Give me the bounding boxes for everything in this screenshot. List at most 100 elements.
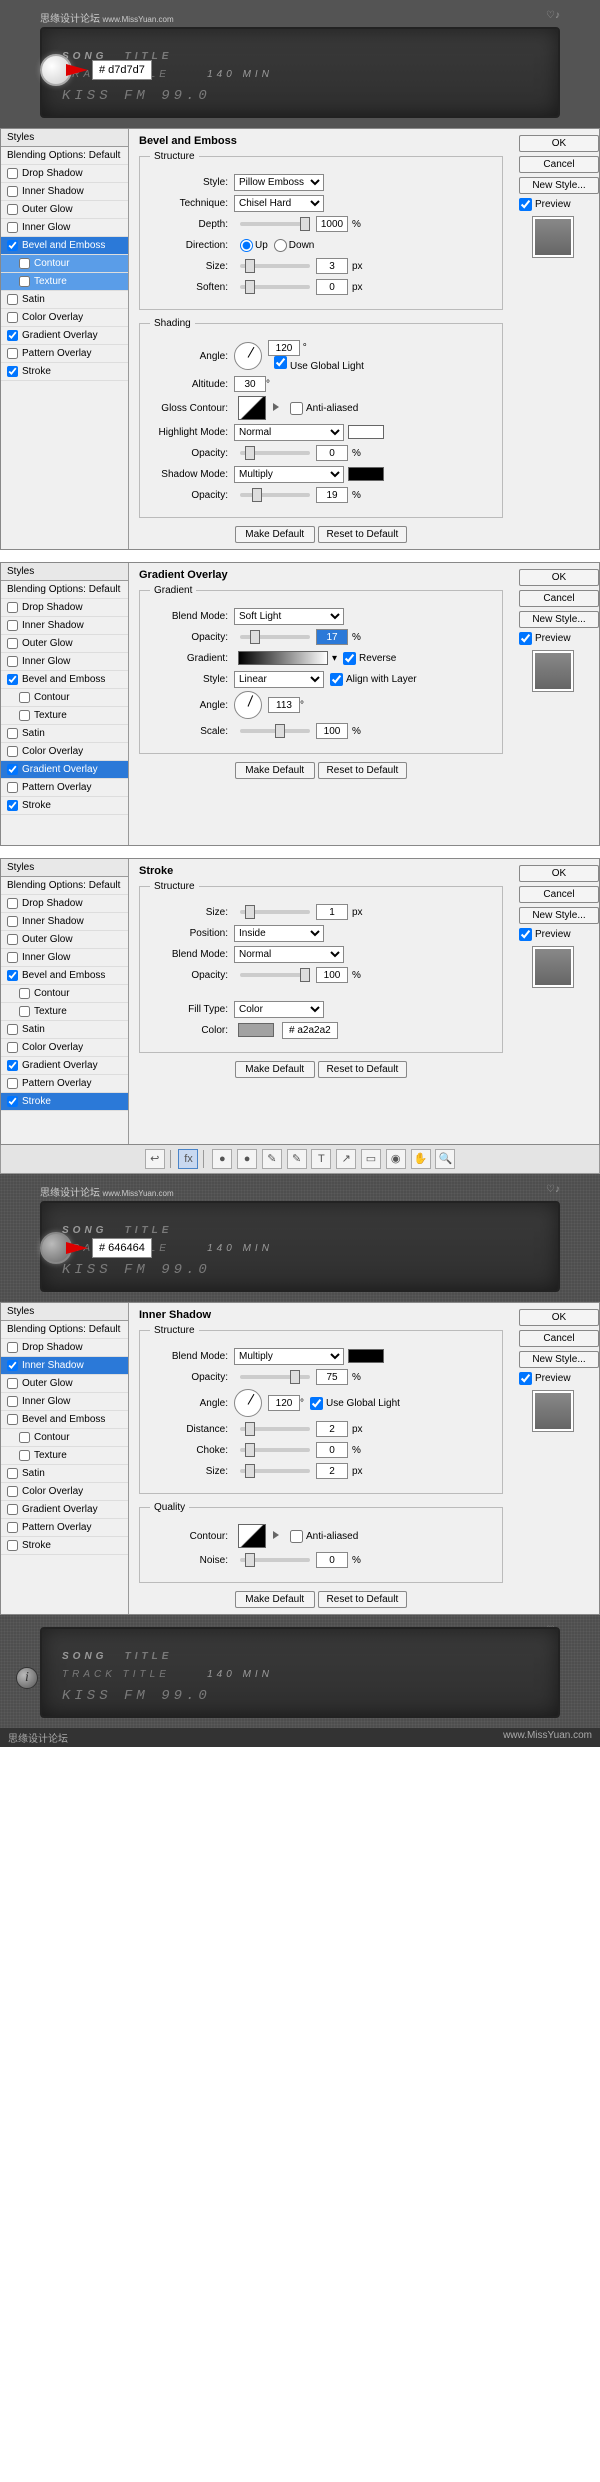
anti-aliased-checkbox[interactable] [290, 402, 303, 415]
opacity-input[interactable] [316, 629, 348, 645]
make-default-button[interactable]: Make Default [235, 762, 315, 779]
soften-input[interactable] [316, 279, 348, 295]
new-style-button[interactable]: New Style... [519, 611, 599, 628]
tool-undo-icon[interactable]: ↩ [145, 1149, 165, 1169]
style-item-color-overlay[interactable]: Color Overlay [1, 1039, 128, 1057]
style-item-blending[interactable]: Blending Options: Default [1, 581, 128, 599]
size-slider[interactable] [240, 1469, 310, 1473]
make-default-button[interactable]: Make Default [235, 1061, 315, 1078]
angle-dial[interactable] [234, 342, 262, 370]
tool-zoom-icon[interactable]: 🔍 [435, 1149, 455, 1169]
angle-input[interactable] [268, 697, 300, 713]
style-item-gradient-overlay[interactable]: Gradient Overlay [1, 327, 128, 345]
hex-field[interactable]: # d7d7d7 [92, 60, 152, 80]
angle-dial[interactable] [234, 1389, 262, 1417]
style-item-stroke[interactable]: Stroke [1, 1537, 128, 1555]
choke-slider[interactable] [240, 1448, 310, 1452]
tool-target-icon[interactable]: ◉ [386, 1149, 406, 1169]
align-checkbox[interactable] [330, 673, 343, 686]
size-input[interactable] [316, 1463, 348, 1479]
anti-aliased-checkbox[interactable] [290, 1530, 303, 1543]
style-item-pattern-overlay[interactable]: Pattern Overlay [1, 779, 128, 797]
highlight-color[interactable] [348, 425, 384, 439]
color-picker-2[interactable]: # 646464 [40, 1232, 152, 1264]
style-item-inner-glow[interactable]: Inner Glow [1, 653, 128, 671]
cancel-button[interactable]: Cancel [519, 156, 599, 173]
tool-pencil2-icon[interactable]: ✎ [287, 1149, 307, 1169]
opacity-slider[interactable] [240, 973, 310, 977]
style-item-blending[interactable]: Blending Options: Default [1, 877, 128, 895]
style-item-texture[interactable]: Texture [1, 1003, 128, 1021]
style-item-inner-glow[interactable]: Inner Glow [1, 1393, 128, 1411]
scale-slider[interactable] [240, 729, 310, 733]
style-item-contour[interactable]: Contour [1, 689, 128, 707]
style-item-stroke[interactable]: Stroke [1, 363, 128, 381]
new-style-button[interactable]: New Style... [519, 177, 599, 194]
style-item-outer-glow[interactable]: Outer Glow [1, 931, 128, 949]
ok-button[interactable]: OK [519, 135, 599, 152]
ok-button[interactable]: OK [519, 569, 599, 586]
blend-mode-select[interactable]: Normal [234, 946, 344, 963]
noise-input[interactable] [316, 1552, 348, 1568]
gloss-contour[interactable] [238, 396, 266, 420]
style-item-satin[interactable]: Satin [1, 291, 128, 309]
size-input[interactable] [316, 904, 348, 920]
angle-input[interactable] [268, 340, 300, 356]
depth-input[interactable] [316, 216, 348, 232]
style-item-color-overlay[interactable]: Color Overlay [1, 1483, 128, 1501]
style-item-blending[interactable]: Blending Options: Default [1, 147, 128, 165]
shadow-color[interactable] [348, 467, 384, 481]
reverse-checkbox[interactable] [343, 652, 356, 665]
style-item-pattern-overlay[interactable]: Pattern Overlay [1, 345, 128, 363]
style-item-inner-shadow[interactable]: Inner Shadow [1, 617, 128, 635]
noise-slider[interactable] [240, 1558, 310, 1562]
style-item-outer-glow[interactable]: Outer Glow [1, 1375, 128, 1393]
style-item-satin[interactable]: Satin [1, 725, 128, 743]
style-select[interactable]: Pillow Emboss [234, 174, 324, 191]
new-style-button[interactable]: New Style... [519, 907, 599, 924]
global-light-checkbox[interactable] [274, 356, 287, 369]
highlight-mode-select[interactable]: Normal [234, 424, 344, 441]
technique-select[interactable]: Chisel Hard [234, 195, 324, 212]
contour-swatch[interactable] [238, 1524, 266, 1548]
shadow-opacity-input[interactable] [316, 487, 348, 503]
highlight-opacity-slider[interactable] [240, 451, 310, 455]
style-item-drop-shadow[interactable]: Drop Shadow [1, 599, 128, 617]
style-item-contour[interactable]: Contour [1, 255, 128, 273]
scale-input[interactable] [316, 723, 348, 739]
style-item-gradient-overlay[interactable]: Gradient Overlay [1, 1057, 128, 1075]
style-item-blending[interactable]: Blending Options: Default [1, 1321, 128, 1339]
color-picker-1[interactable]: # d7d7d7 [40, 54, 152, 86]
direction-up[interactable] [240, 239, 253, 252]
filltype-select[interactable]: Color [234, 1001, 324, 1018]
gradient-swatch[interactable] [238, 651, 328, 665]
color-swatch[interactable] [238, 1023, 274, 1037]
global-light-checkbox[interactable] [310, 1397, 323, 1410]
style-item-outer-glow[interactable]: Outer Glow [1, 635, 128, 653]
style-item-inner-glow[interactable]: Inner Glow [1, 949, 128, 967]
style-item-texture[interactable]: Texture [1, 707, 128, 725]
preview-checkbox[interactable] [519, 632, 532, 645]
style-item-stroke[interactable]: Stroke [1, 1093, 128, 1111]
style-item-pattern-overlay[interactable]: Pattern Overlay [1, 1519, 128, 1537]
style-item-gradient-overlay[interactable]: Gradient Overlay [1, 1501, 128, 1519]
position-select[interactable]: Inside [234, 925, 324, 942]
tool-fx-icon[interactable]: fx [178, 1149, 198, 1169]
reset-default-button[interactable]: Reset to Default [318, 1061, 408, 1078]
style-item-color-overlay[interactable]: Color Overlay [1, 743, 128, 761]
cancel-button[interactable]: Cancel [519, 1330, 599, 1347]
gradient-style-select[interactable]: Linear [234, 671, 324, 688]
style-item-satin[interactable]: Satin [1, 1465, 128, 1483]
style-item-texture[interactable]: Texture [1, 1447, 128, 1465]
shadow-mode-select[interactable]: Multiply [234, 466, 344, 483]
style-item-stroke[interactable]: Stroke [1, 797, 128, 815]
new-style-button[interactable]: New Style... [519, 1351, 599, 1368]
style-item-inner-glow[interactable]: Inner Glow [1, 219, 128, 237]
shadow-color[interactable] [348, 1349, 384, 1363]
style-item-color-overlay[interactable]: Color Overlay [1, 309, 128, 327]
highlight-opacity-input[interactable] [316, 445, 348, 461]
style-item-drop-shadow[interactable]: Drop Shadow [1, 1339, 128, 1357]
style-item-bevel[interactable]: Bevel and Emboss [1, 671, 128, 689]
preview-checkbox[interactable] [519, 198, 532, 211]
distance-slider[interactable] [240, 1427, 310, 1431]
